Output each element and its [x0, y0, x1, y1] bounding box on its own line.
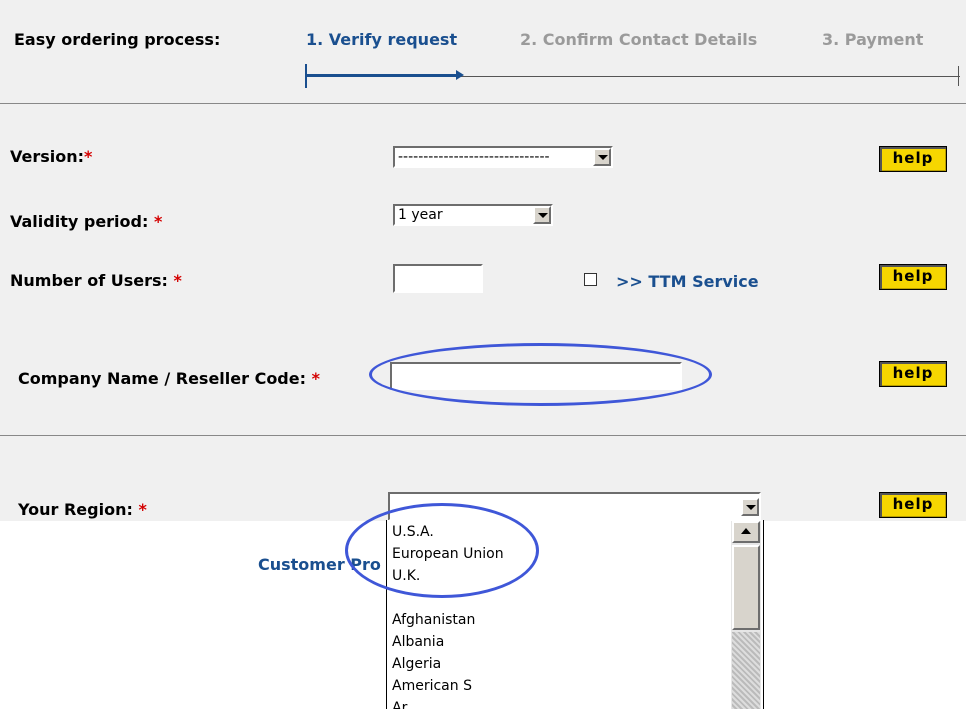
step-payment: 3. Payment	[822, 30, 924, 49]
region-options-highlight	[345, 503, 539, 598]
version-help-button[interactable]: help	[879, 146, 947, 172]
version-required-mark: *	[84, 147, 93, 166]
page-bottom-right	[762, 521, 966, 709]
validity-label-text: Validity period:	[10, 212, 149, 231]
progress-end-marker	[958, 66, 959, 86]
scrollbar-track[interactable]	[732, 632, 760, 709]
version-label-text: Version:	[10, 147, 85, 166]
page-bottom-left	[0, 521, 386, 709]
validity-required-mark: *	[153, 212, 163, 231]
validity-label: Validity period: *	[10, 212, 162, 231]
version-select-value: ------------------------------	[398, 149, 550, 165]
users-label-text: Number of Users:	[10, 271, 168, 290]
region-help-button[interactable]: help	[879, 492, 947, 518]
company-label: Company Name / Reseller Code: *	[18, 369, 320, 388]
progress-arrow-icon	[456, 70, 464, 80]
step-confirm-contact-details: 2. Confirm Contact Details	[520, 30, 758, 49]
chevron-down-icon[interactable]	[533, 206, 551, 224]
region-option-albania[interactable]: Albania	[392, 633, 444, 651]
chevron-down-icon[interactable]	[593, 148, 611, 166]
progress-start-marker	[305, 64, 307, 88]
scrollbar-thumb[interactable]	[732, 545, 760, 630]
ttm-service-link[interactable]: >> TTM Service	[616, 272, 759, 291]
company-label-text: Company Name / Reseller Code:	[18, 369, 307, 388]
arrow-up-icon[interactable]	[732, 521, 760, 543]
users-required-mark: *	[173, 271, 182, 290]
region-label: Your Region: *	[18, 500, 147, 519]
step-verify-request: 1. Verify request	[306, 30, 458, 49]
company-help-button[interactable]: help	[879, 361, 947, 387]
region-separator	[0, 435, 966, 436]
version-select[interactable]: ------------------------------	[393, 146, 613, 168]
region-option-american-samoa[interactable]: American S	[392, 677, 472, 695]
header-separator	[0, 103, 966, 104]
region-option-afghanistan[interactable]: Afghanistan	[392, 611, 475, 629]
steps-title: Easy ordering process:	[14, 30, 221, 49]
company-required-mark: *	[311, 369, 320, 388]
validity-select[interactable]: 1 year	[393, 204, 553, 226]
version-label: Version:*	[10, 147, 92, 166]
users-help-button[interactable]: help	[879, 264, 947, 290]
region-label-text: Your Region:	[18, 500, 133, 519]
number-of-users-input[interactable]	[393, 264, 483, 293]
users-label: Number of Users: *	[10, 271, 182, 290]
ttm-service-checkbox[interactable]	[584, 273, 597, 286]
region-option-partial[interactable]: Ar...	[392, 699, 419, 709]
region-option-algeria[interactable]: Algeria	[392, 655, 441, 673]
chevron-down-icon[interactable]	[741, 498, 759, 516]
validity-select-value: 1 year	[398, 207, 443, 223]
company-field-highlight	[369, 343, 712, 406]
progress-active-segment	[307, 74, 459, 77]
region-required-mark: *	[138, 500, 147, 519]
